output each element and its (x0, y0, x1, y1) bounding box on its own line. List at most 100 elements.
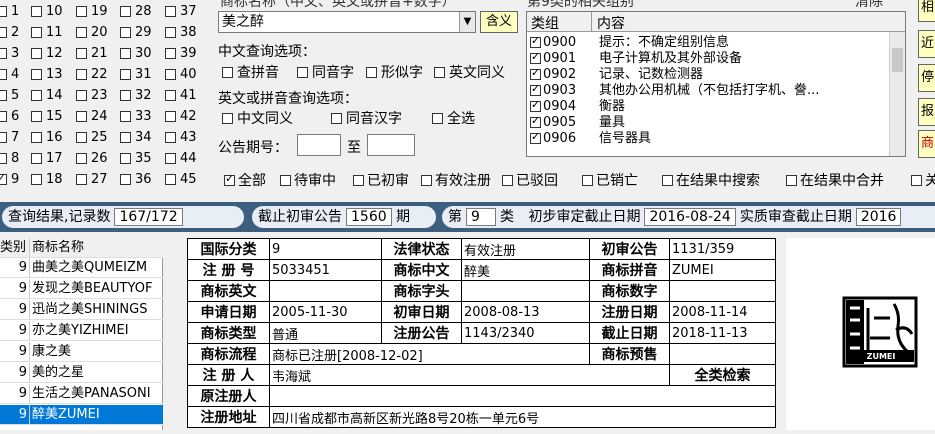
class-checkbox[interactable]: 2 (0, 24, 19, 42)
class-checkbox[interactable]: 14 (31, 87, 63, 105)
class-checkbox[interactable]: 13 (31, 66, 63, 84)
class-checkbox[interactable]: 20 (76, 24, 108, 42)
trademark-list[interactable]: 类别 商标名称 9 曲美之美QUMEIZM 9 发现之美BEAUTYOF 9 迅尚之美SH… (0, 238, 163, 430)
opt-en-synonym[interactable]: 英文同义 (434, 64, 505, 82)
class-checkbox[interactable]: 41 (165, 87, 197, 105)
class-checkbox[interactable]: 40 (165, 66, 197, 84)
class-checkbox[interactable]: 1 (0, 3, 19, 21)
orig-registrant-header: 原注册人 (187, 385, 270, 407)
class-checkbox[interactable]: 31 (120, 66, 152, 84)
meaning-button[interactable]: 含义 (480, 11, 518, 33)
trademark-detail-table: 国际分类 9 法律状态 有效注册 初审公告 1131/359 注 册 号 503… (187, 238, 776, 428)
class-checkbox[interactable]: 19 (76, 3, 108, 21)
class-checkbox[interactable]: 35 (120, 150, 152, 168)
class-checkbox[interactable]: 21 (76, 45, 108, 63)
opt-cn-synonym[interactable]: 中文同义 (222, 110, 293, 128)
class-checkbox[interactable]: 16 (31, 129, 63, 147)
class-checkbox[interactable]: 33 (120, 108, 152, 126)
class-checkbox[interactable]: 15 (31, 108, 63, 126)
class-checkbox[interactable]: 39 (165, 45, 197, 63)
class-checkbox[interactable]: 18 (31, 171, 63, 189)
issue-to-input[interactable] (367, 134, 415, 156)
class-checkbox[interactable]: 45 (165, 171, 197, 189)
issue-from-input[interactable] (297, 134, 341, 156)
filter-option[interactable]: 已驳回 (502, 172, 558, 190)
opt-select-all[interactable]: 全选 (432, 110, 475, 128)
class-checkbox[interactable]: 25 (76, 129, 108, 147)
trademark-row[interactable]: 9 迅尚之美SHININGS (0, 300, 163, 320)
trademark-row[interactable]: 9 生活之美PANASONI (0, 384, 163, 404)
trademark-row[interactable]: 9 美的之星 (0, 363, 163, 383)
group-row[interactable]: 0900 提示：不确定组别信息 (527, 34, 729, 51)
class-checkbox[interactable]: 17 (31, 150, 63, 168)
chevron-down-icon[interactable]: ▼ (459, 12, 475, 32)
class-checkbox[interactable]: 4 (0, 66, 19, 84)
result-count-pill: 查询结果,记录数 167/172 (2, 206, 244, 228)
class-checkbox[interactable]: 5 (0, 87, 19, 105)
group-row[interactable]: 0902 记录、记数检测器 (527, 66, 703, 83)
side-button[interactable]: 相 (918, 0, 935, 22)
class-checkbox[interactable]: 44 (165, 150, 197, 168)
trademark-row[interactable]: 9 亦之美YIZHIMEI (0, 321, 163, 341)
class-checkbox[interactable]: 9 (0, 171, 19, 189)
class-checkbox[interactable]: 10 (31, 3, 63, 21)
filter-option[interactable]: 已销亡 (582, 172, 638, 190)
opt-pinyin[interactable]: 查拼音 (222, 64, 279, 82)
group-row[interactable]: 0906 信号器具 (527, 130, 651, 147)
group-code: 0906 (543, 131, 577, 146)
class-checkbox[interactable]: 26 (76, 150, 108, 168)
filter-option[interactable]: 在结果中搜索 (662, 172, 760, 190)
opt-homophone[interactable]: 同音字 (297, 64, 354, 82)
class-checkbox[interactable]: 42 (165, 108, 197, 126)
trademark-name-input[interactable]: 美之醉 ▼ (218, 11, 476, 33)
group-row[interactable]: 0905 量具 (527, 114, 625, 131)
trademark-row[interactable]: 9 康之美 (0, 342, 163, 362)
class-checkbox[interactable]: 7 (0, 129, 19, 147)
filter-option[interactable]: 关 (911, 172, 935, 190)
filter-option[interactable]: 已初审 (353, 172, 409, 190)
filter-option[interactable]: 全部 (224, 172, 266, 190)
class-checkbox[interactable]: 32 (120, 87, 152, 105)
class-checkbox[interactable]: 28 (120, 3, 152, 21)
search-all-classes-link[interactable]: 全类检索 (669, 364, 776, 386)
class-checkbox[interactable]: 12 (31, 45, 63, 63)
sub-cutoff-date: 2016 (855, 208, 902, 226)
class-checkbox[interactable]: 22 (76, 66, 108, 84)
group-row[interactable]: 0904 衡器 (527, 98, 625, 115)
group-listbox[interactable]: 类组 内容 0900 提示：不确定组别信息 0901 电子计算机及其外部设备 0902 记… (526, 11, 906, 157)
opt-homophone-hanzi[interactable]: 同音汉字 (331, 110, 402, 128)
class-checkbox[interactable]: 24 (76, 108, 108, 126)
trademark-row[interactable]: 9 曲美之美QUMEIZM (0, 258, 163, 278)
class-checkbox[interactable]: 34 (120, 129, 152, 147)
class-checkbox[interactable]: 29 (120, 24, 152, 42)
side-button[interactable]: 停 (918, 64, 935, 92)
scroll-thumb[interactable] (892, 48, 903, 72)
class-checkbox[interactable]: 8 (0, 150, 19, 168)
class-checkbox[interactable]: 3 (0, 45, 19, 63)
class-checkbox[interactable]: 6 (0, 108, 19, 126)
group-row[interactable]: 0901 电子计算机及其外部设备 (527, 50, 742, 67)
type-header: 商标类型 (187, 322, 270, 344)
side-button[interactable]: 近 (918, 30, 935, 58)
class-checkbox[interactable]: 43 (165, 129, 197, 147)
group-row[interactable]: 0903 其他办公用机械（不包括打字机、誊... (527, 82, 819, 99)
filter-option[interactable]: 待审中 (280, 172, 336, 190)
class-checkbox[interactable]: 30 (120, 45, 152, 63)
side-button[interactable]: 报 (918, 98, 935, 126)
trademark-row[interactable]: 9 发现之美BEAUTYOF (0, 279, 163, 299)
side-button[interactable]: 商 (918, 130, 935, 158)
class-checkbox[interactable]: 23 (76, 87, 108, 105)
clear-label[interactable]: 清除 (855, 0, 883, 11)
opt-shape-similar[interactable]: 形似字 (366, 64, 423, 82)
class-checkbox[interactable]: 27 (76, 171, 108, 189)
filter-option[interactable]: 在结果中合并 (786, 172, 884, 190)
logo-text: ZUMEI (867, 352, 896, 361)
class-checkbox[interactable]: 37 (165, 3, 197, 21)
group-scrollbar[interactable] (889, 32, 905, 156)
trademark-name-value: 美之醉 (222, 14, 264, 30)
class-checkbox[interactable]: 11 (31, 24, 63, 42)
filter-option[interactable]: 有效注册 (421, 172, 491, 190)
class-checkbox[interactable]: 36 (120, 171, 152, 189)
trademark-row[interactable]: 9 醉美ZUMEI (0, 405, 163, 425)
class-checkbox[interactable]: 38 (165, 24, 197, 42)
